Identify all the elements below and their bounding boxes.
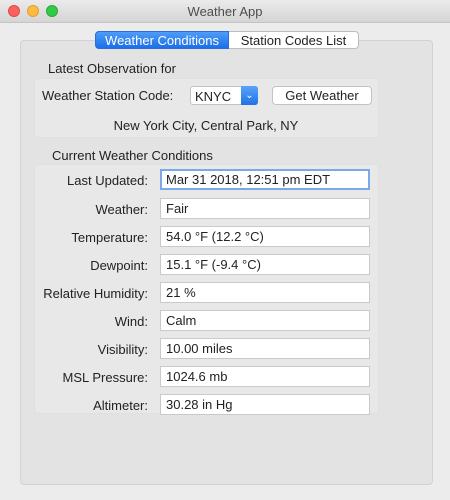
chevron-updown-icon[interactable]: ⌄ [241,86,258,105]
window-title: Weather App [187,4,263,19]
altimeter-field[interactable]: 30.28 in Hg [160,394,370,415]
relative-humidity-label: Relative Humidity: [43,286,148,301]
dewpoint-label: Dewpoint: [90,258,148,273]
temperature-field[interactable]: 54.0 °F (12.2 °C) [160,226,370,247]
app-window: Weather App Weather Conditions Station C… [0,0,450,500]
altimeter-label: Altimeter: [93,398,148,413]
station-code-value: KNYC [195,89,232,104]
title-bar[interactable]: Weather App [0,0,450,23]
weather-field[interactable]: Fair [160,198,370,219]
tab-station-codes-list[interactable]: Station Codes List [229,31,359,49]
last-updated-label: Last Updated: [67,173,148,188]
wind-label: Wind: [114,314,148,329]
visibility-label: Visibility: [97,342,148,357]
get-weather-button[interactable]: Get Weather [272,86,372,105]
dewpoint-field[interactable]: 15.1 °F (-9.4 °C) [160,254,370,275]
relative-humidity-field[interactable]: 21 % [160,282,370,303]
tab-weather-conditions[interactable]: Weather Conditions [95,31,229,49]
station-code-select[interactable]: KNYC ⌄ [190,86,258,105]
latest-observation-heading: Latest Observation for [48,61,176,76]
msl-pressure-field[interactable]: 1024.6 mb [160,366,370,387]
temperature-label: Temperature: [71,230,148,245]
station-code-label: Weather Station Code: [42,88,174,103]
weather-label: Weather: [95,202,148,217]
current-conditions-heading: Current Weather Conditions [52,148,213,163]
station-location: New York City, Central Park, NY [113,118,299,133]
wind-field[interactable]: Calm [160,310,370,331]
tab-bar: Weather Conditions Station Codes List [95,31,359,49]
msl-pressure-label: MSL Pressure: [62,370,149,385]
last-updated-field[interactable]: Mar 31 2018, 12:51 pm EDT [160,169,370,190]
visibility-field[interactable]: 10.00 miles [160,338,370,359]
